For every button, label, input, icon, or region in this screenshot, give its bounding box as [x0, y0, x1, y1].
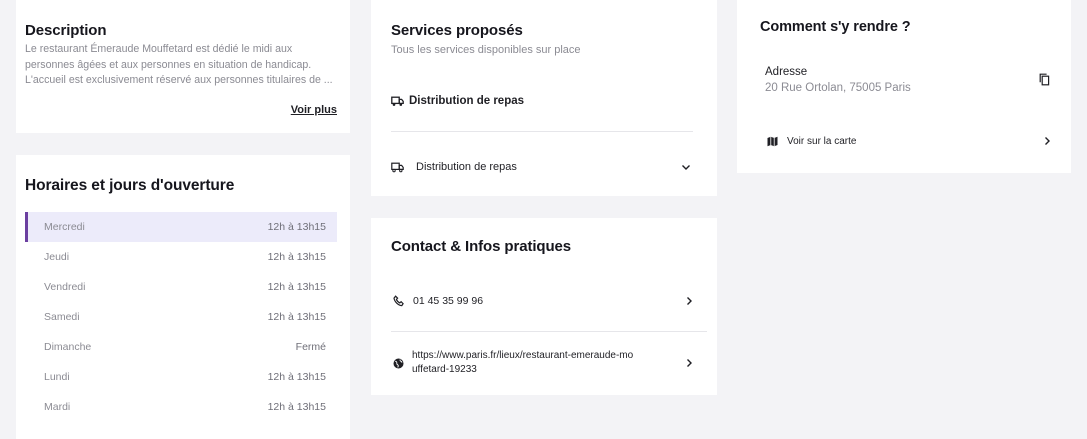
hours-day: Vendredi — [44, 281, 86, 293]
hours-row: Samedi 12h à 13h15 — [25, 302, 337, 332]
hours-row: Mardi 12h à 13h15 — [25, 392, 337, 422]
hours-day: Lundi — [44, 371, 70, 383]
divider — [391, 131, 693, 132]
globe-icon — [393, 358, 404, 369]
hours-day: Mardi — [44, 401, 71, 413]
phone-row[interactable]: 01 45 35 99 96 — [393, 292, 693, 310]
website-row[interactable]: https://www.paris.fr/lieux/restaurant-em… — [393, 346, 693, 380]
hours-time: 12h à 13h15 — [267, 251, 326, 263]
website-url-line1: https://www.paris.fr/lieux/restaurant-em… — [412, 350, 634, 361]
services-subtitle: Tous les services disponibles sur place — [391, 44, 581, 56]
contact-title: Contact & Infos pratiques — [391, 238, 572, 255]
hours-row: Jeudi 12h à 13h15 — [25, 242, 337, 272]
divider — [391, 331, 707, 332]
hours-time: 12h à 13h15 — [267, 281, 326, 293]
contact-card: Contact & Infos pratiques 01 45 35 99 96… — [371, 218, 717, 395]
truck-icon — [391, 96, 404, 107]
see-more-link[interactable]: Voir plus — [291, 104, 337, 116]
hours-row: Lundi 12h à 13h15 — [25, 362, 337, 392]
phone-icon — [393, 295, 405, 307]
map-icon — [767, 136, 778, 147]
hours-time: 12h à 13h15 — [267, 371, 326, 383]
website-url-line2: uffetard-19233 — [412, 364, 477, 375]
phone-number: 01 45 35 99 96 — [413, 295, 484, 307]
service-accordion-label: Distribution de repas — [416, 161, 517, 173]
hours-time: Fermé — [295, 341, 326, 353]
hours-day: Dimanche — [44, 341, 92, 353]
hours-time: 12h à 13h15 — [267, 311, 326, 323]
chevron-right-icon[interactable] — [686, 358, 693, 368]
description-title: Description — [25, 22, 107, 39]
service-accordion[interactable]: Distribution de repas — [391, 158, 691, 176]
address-label: Adresse — [765, 66, 808, 78]
hours-day: Jeudi — [44, 251, 70, 263]
hours-row-current: Mercredi 12h à 13h15 — [25, 212, 337, 242]
hours-day: Samedi — [44, 311, 80, 323]
service-item: Distribution de repas — [391, 95, 524, 107]
hours-row: Dimanche Fermé — [25, 332, 337, 362]
services-title: Services proposés — [391, 22, 523, 39]
opening-hours-title: Horaires et jours d'ouverture — [25, 177, 235, 194]
chevron-down-icon[interactable] — [681, 164, 691, 171]
directions-title: Comment s'y rendre ? — [760, 19, 911, 35]
chevron-right-icon[interactable] — [1044, 136, 1051, 146]
address-value: 20 Rue Ortolan, 75005 Paris — [765, 82, 911, 94]
description-card: Description Le restaurant Émeraude Mouff… — [16, 0, 350, 133]
directions-card: Comment s'y rendre ? Adresse 20 Rue Orto… — [737, 0, 1071, 173]
view-on-map-label: Voir sur la carte — [787, 135, 857, 147]
copy-icon[interactable] — [1039, 73, 1050, 86]
truck-icon — [391, 162, 404, 173]
hours-day: Mercredi — [44, 221, 85, 233]
chevron-right-icon[interactable] — [686, 296, 693, 306]
services-card: Services proposés Tous les services disp… — [371, 0, 717, 196]
hours-row: Vendredi 12h à 13h15 — [25, 272, 337, 302]
description-text: Le restaurant Émeraude Mouffetard est dé… — [25, 43, 333, 87]
opening-hours-card: Horaires et jours d'ouverture Mercredi 1… — [16, 155, 350, 439]
hours-time: 12h à 13h15 — [267, 401, 326, 413]
view-on-map-link[interactable]: Voir sur la carte — [767, 132, 1051, 150]
service-item-label: Distribution de repas — [409, 95, 525, 107]
hours-time: 12h à 13h15 — [267, 221, 326, 233]
